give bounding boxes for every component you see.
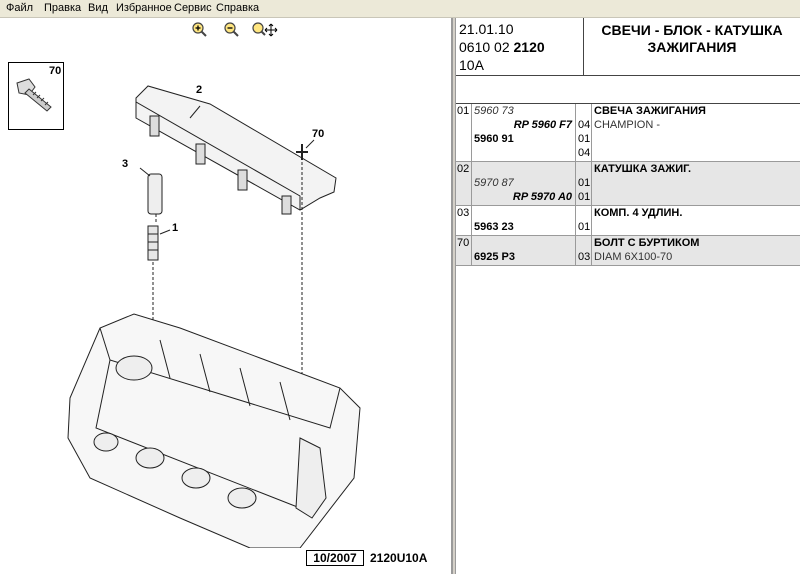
part-desc-main: СВЕЧА ЗАЖИГАНИЯ xyxy=(594,105,706,117)
zoom-in-icon[interactable] xyxy=(190,21,208,37)
table-row[interactable]: 03 5963 23 01 КОМП. 4 УДЛИН. xyxy=(456,206,800,236)
table-row[interactable]: 70 6925 P3 03 БОЛТ С БУРТИКОМ DIAM 6X100… xyxy=(456,236,800,266)
menu-favorites[interactable]: Избранное xyxy=(116,2,172,14)
part-desc-main: КАТУШКА ЗАЖИГ. xyxy=(594,163,692,175)
menu-help[interactable]: Справка xyxy=(216,2,259,14)
zoom-toolbar xyxy=(0,18,451,40)
parts-table: 01 5960 73 RP 5960 F7 5960 91 04 01 04 С… xyxy=(456,104,800,266)
part-qty: 01 xyxy=(578,133,591,145)
part-qtys: 01 01 xyxy=(576,162,592,205)
menu-edit[interactable]: Правка xyxy=(44,2,81,14)
callout-1: 1 xyxy=(172,222,179,234)
part-refs: 6925 P3 xyxy=(472,236,576,265)
catalog-date: 21.01.10 xyxy=(459,21,514,37)
menu-view[interactable]: Вид xyxy=(88,2,108,14)
part-ref[interactable]: 5963 23 xyxy=(472,220,575,234)
zoom-out-icon[interactable] xyxy=(222,21,240,37)
part-desc: КОМП. 4 УДЛИН. xyxy=(592,206,800,235)
diagram-date: 10/2007 xyxy=(306,550,364,566)
diagram-pane: 70 2 3 1 70 10/2007 2120U10A xyxy=(0,18,452,574)
part-desc: СВЕЧА ЗАЖИГАНИЯ CHAMPION - xyxy=(592,104,800,161)
callout-70: 70 xyxy=(312,128,325,140)
callout-3: 3 xyxy=(122,158,129,170)
part-qty: 01 xyxy=(578,221,591,233)
part-qtys: 03 xyxy=(576,236,592,265)
page-title: СВЕЧИ - БЛОК - КАТУШКА ЗАЖИГАНИЯ xyxy=(584,18,800,76)
table-row[interactable]: 02 5970 87 RP 5970 A0 01 01 КАТУШКА ЗАЖИ… xyxy=(456,162,800,206)
part-refs: 5963 23 xyxy=(472,206,576,235)
part-ref[interactable]: 5960 73 xyxy=(472,104,575,118)
diagram-code: 2120U10A xyxy=(370,551,428,565)
part-number: 70 xyxy=(456,236,472,265)
catalog-header: 21.01.10 0610 02 2120 10A xyxy=(456,18,584,76)
part-qty: 01 xyxy=(578,177,591,189)
part-qty: 01 xyxy=(578,191,591,203)
part-number: 02 xyxy=(456,162,472,205)
part-refs: 5960 73 RP 5960 F7 5960 91 xyxy=(472,104,576,161)
part-desc-sub: DIAM 6X100-70 xyxy=(594,251,673,263)
part-desc-main: БОЛТ С БУРТИКОМ xyxy=(594,237,700,249)
menu-tools[interactable]: Сервис xyxy=(174,2,212,14)
zoom-pan-icon[interactable] xyxy=(250,21,278,37)
callout-2: 2 xyxy=(196,84,203,96)
part-ref[interactable]: RP 5970 A0 xyxy=(472,190,575,204)
extension xyxy=(147,173,163,215)
engine-code: 10A xyxy=(459,57,484,73)
part-ref[interactable]: 5970 87 xyxy=(472,176,575,190)
spark-plug xyxy=(147,225,159,261)
parts-pane: 21.01.10 0610 02 2120 10A СВЕЧИ - БЛОК -… xyxy=(456,18,800,574)
menu-file[interactable]: Файл xyxy=(6,2,33,14)
part-desc: КАТУШКА ЗАЖИГ. xyxy=(592,162,800,205)
header-spacer xyxy=(456,76,800,104)
part-number: 01 xyxy=(456,104,472,161)
part-ref[interactable]: RP 5960 F7 xyxy=(472,118,575,132)
catalog-code: 2120 xyxy=(513,39,545,55)
part-qty: 04 xyxy=(578,147,591,159)
part-qty: 04 xyxy=(578,119,591,131)
table-row[interactable]: 01 5960 73 RP 5960 F7 5960 91 04 01 04 С… xyxy=(456,104,800,162)
part-qtys: 04 01 04 xyxy=(576,104,592,161)
cylinder-head xyxy=(67,313,361,548)
part-ref[interactable]: 5960 91 xyxy=(472,132,575,146)
part-qtys: 01 xyxy=(576,206,592,235)
part-desc: БОЛТ С БУРТИКОМ DIAM 6X100-70 xyxy=(592,236,800,265)
part-qty: 03 xyxy=(578,251,591,263)
part-refs: 5970 87 RP 5970 A0 xyxy=(472,162,576,205)
part-desc-main: КОМП. 4 УДЛИН. xyxy=(594,207,683,219)
part-desc-sub: CHAMPION - xyxy=(594,119,660,131)
part-number: 03 xyxy=(456,206,472,235)
exploded-diagram xyxy=(67,85,361,548)
part-ref[interactable]: 6925 P3 xyxy=(472,250,575,264)
menu-bar: Файл Правка Вид Избранное Сервис Справка xyxy=(0,0,800,18)
catalog-ref: 0610 02 2120 xyxy=(459,39,545,55)
